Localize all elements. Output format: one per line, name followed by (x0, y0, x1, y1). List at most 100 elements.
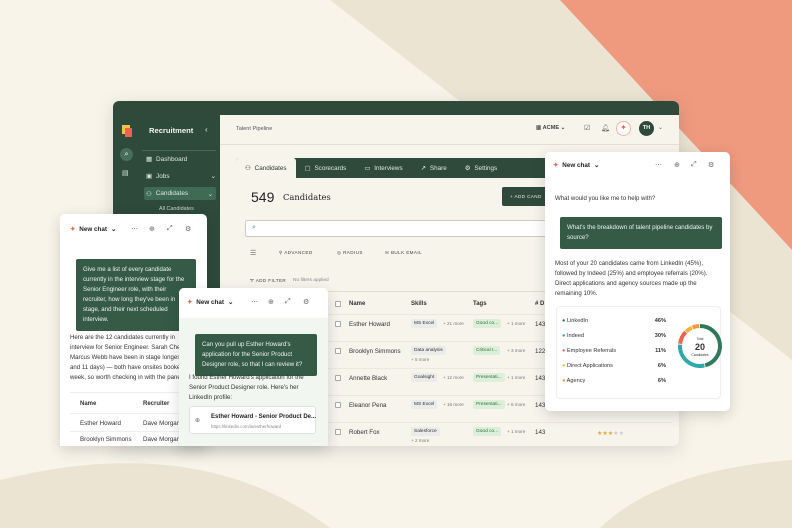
breadcrumb: Talent Pipeline (236, 126, 273, 132)
tag-more[interactable]: + 6 more (507, 402, 525, 407)
new-chat-icon[interactable]: ⊕ (674, 161, 680, 169)
row-number: 143 (535, 402, 546, 409)
candidate-name[interactable]: Robert Fox (349, 429, 380, 436)
legend-item: ● LinkedIn 46% (562, 318, 666, 324)
chevron-down-icon[interactable]: ⌄ (111, 226, 116, 233)
legend-value: 6% (657, 378, 666, 384)
chevron-down-icon[interactable]: ⌄ (228, 299, 233, 306)
skill-chip: MS Excel (411, 319, 438, 328)
checklist-icon[interactable]: ☑ (584, 124, 590, 132)
link-title: Esther Howard - Senior Product De... (211, 414, 317, 420)
skill-more[interactable]: + 12 more (443, 375, 464, 380)
settings-icon[interactable]: ⚙ (185, 225, 191, 233)
bell-icon[interactable]: 🔔︎ (601, 124, 610, 132)
tag-chip: Presentati... (473, 373, 505, 382)
new-chat-icon[interactable]: ⊕ (268, 298, 274, 306)
more-icon[interactable]: ⋯ (655, 161, 662, 169)
chat-panel-right: ✦ New chat ⌄ ⋯ ⊕ ⤢ ⚙ What would you like m… (545, 152, 730, 411)
ai-sparkle-icon: ✦ (553, 162, 559, 169)
user-message: Give me a list of every candidate curren… (76, 259, 196, 331)
settings-icon[interactable]: ⚙ (708, 161, 714, 169)
globe-icon: ⊕ (195, 418, 201, 424)
logo-icon (121, 124, 133, 138)
donut-chart: Total20Candidates (678, 324, 722, 368)
ai-sparkle-icon[interactable]: ✦ (616, 121, 631, 136)
advanced-button[interactable]: ⚲ ADVANCED (279, 250, 313, 256)
more-icon[interactable]: ⋯ (131, 225, 138, 233)
sidebar-item-candidates[interactable]: ⚇ Candidates ⌄ (144, 187, 216, 200)
sidebar-item-dashboard[interactable]: ▦ Dashboard (146, 155, 187, 164)
tab-candidates[interactable]: ⚇ Candidates (236, 158, 296, 178)
chevron-down-icon: ⌄ (210, 173, 216, 180)
tab-settings[interactable]: ⚙ Settings (456, 158, 506, 178)
legend-dot-icon: ● (562, 318, 566, 324)
tag-chip: Critical t... (473, 346, 501, 355)
row-checkbox[interactable] (335, 429, 341, 435)
donut-slice-direct-applications (684, 325, 693, 334)
sidebar-item-jobs[interactable]: ▣ Jobs ⌄ (146, 172, 216, 181)
row-checkbox[interactable] (335, 375, 341, 381)
tag-more[interactable]: + 1 more (507, 429, 525, 434)
row-number: 122 (535, 348, 546, 355)
share-icon: ↗ (420, 164, 426, 172)
assistant-prompt: What would you like me to help with? (555, 195, 656, 202)
column-header-d[interactable]: # D (535, 301, 544, 307)
select-all-checkbox[interactable] (335, 301, 341, 307)
skill-more[interactable]: + 16 more (443, 402, 464, 407)
row-checkbox[interactable] (335, 321, 341, 327)
more-icon[interactable]: ⋯ (251, 298, 258, 306)
star-icon: ★ (618, 431, 624, 437)
chevron-down-icon[interactable]: ⌄ (658, 124, 663, 131)
column-header-name[interactable]: Name (349, 301, 365, 307)
skill-chip: MS Excel (411, 400, 438, 409)
legend-value: 11% (655, 348, 666, 354)
candidate-name[interactable]: Annette Black (349, 375, 387, 382)
expand-icon[interactable]: ⤢ (285, 298, 291, 306)
clipboard-icon[interactable]: ▤ (122, 169, 129, 177)
legend-value: 46% (654, 318, 666, 324)
assistant-message: I found Esther Howard's application for … (189, 374, 304, 401)
row-checkbox[interactable] (335, 348, 341, 354)
search-icon[interactable]: ⌕ (120, 148, 133, 161)
radius-button[interactable]: ◎ RADIUS (337, 250, 363, 256)
tag-more[interactable]: + 3 more (507, 348, 525, 353)
candidate-name[interactable]: Brooklyn Simmons (349, 348, 401, 355)
skill-more[interactable]: + 5 more (411, 357, 429, 362)
column-header-skills[interactable]: Skills (411, 301, 427, 307)
candidate-name[interactable]: Esther Howard (349, 321, 390, 328)
column-header-tags[interactable]: Tags (473, 301, 487, 307)
tag-more[interactable]: + 1 more (507, 321, 525, 326)
bulk-email-button[interactable]: ✉ BULK EMAIL (385, 250, 422, 256)
skill-more[interactable]: + 2 more (411, 438, 429, 443)
tab-scorecards[interactable]: ▢ Scorecards (296, 158, 356, 178)
expand-icon[interactable]: ⤢ (691, 161, 697, 169)
legend-value: 30% (654, 333, 666, 339)
row-checkbox[interactable] (335, 402, 341, 408)
collapse-chevron-icon[interactable]: ‹ (205, 125, 208, 134)
avatar[interactable]: TH (639, 121, 654, 136)
rating: ★★★★★ (597, 430, 624, 437)
briefcase-icon: ▣ (146, 173, 153, 180)
settings-icon[interactable]: ⚙ (303, 298, 309, 306)
tab-interviews[interactable]: ▭ Interviews (355, 158, 411, 178)
skill-more[interactable]: + 21 more (443, 321, 464, 326)
assistant-message: Here are the 12 candidates currently in … (70, 334, 184, 381)
list-view-icon[interactable]: ☰ (250, 249, 256, 257)
row-number: 143 (535, 375, 546, 382)
expand-icon[interactable]: ⤢ (167, 225, 173, 233)
gear-icon: ⚙ (464, 164, 471, 172)
candidate-name[interactable]: Eleanor Pena (349, 402, 387, 409)
table-cell: Dave Morgan (143, 420, 181, 427)
sidebar-subitem-all-candidates[interactable]: All Candidates (159, 206, 194, 212)
add-filter-button[interactable]: ⛛ ADD FILTER (250, 278, 286, 283)
org-switcher[interactable]: ▥ ACME ⌄ (536, 125, 565, 131)
chevron-down-icon[interactable]: ⌄ (594, 162, 599, 169)
chat-header: ✦ New chat ⌄ (187, 299, 234, 306)
new-chat-icon[interactable]: ⊕ (149, 225, 155, 233)
tag-more[interactable]: + 1 more (507, 375, 525, 380)
linkedin-link-card[interactable]: ⊕ Esther Howard - Senior Product De... h… (189, 406, 316, 434)
tab-share[interactable]: ↗ Share (412, 158, 456, 178)
donut-total: 20 (695, 342, 705, 352)
tag-chip: Good co... (473, 427, 502, 436)
search-input[interactable]: ⌕ (245, 220, 565, 237)
